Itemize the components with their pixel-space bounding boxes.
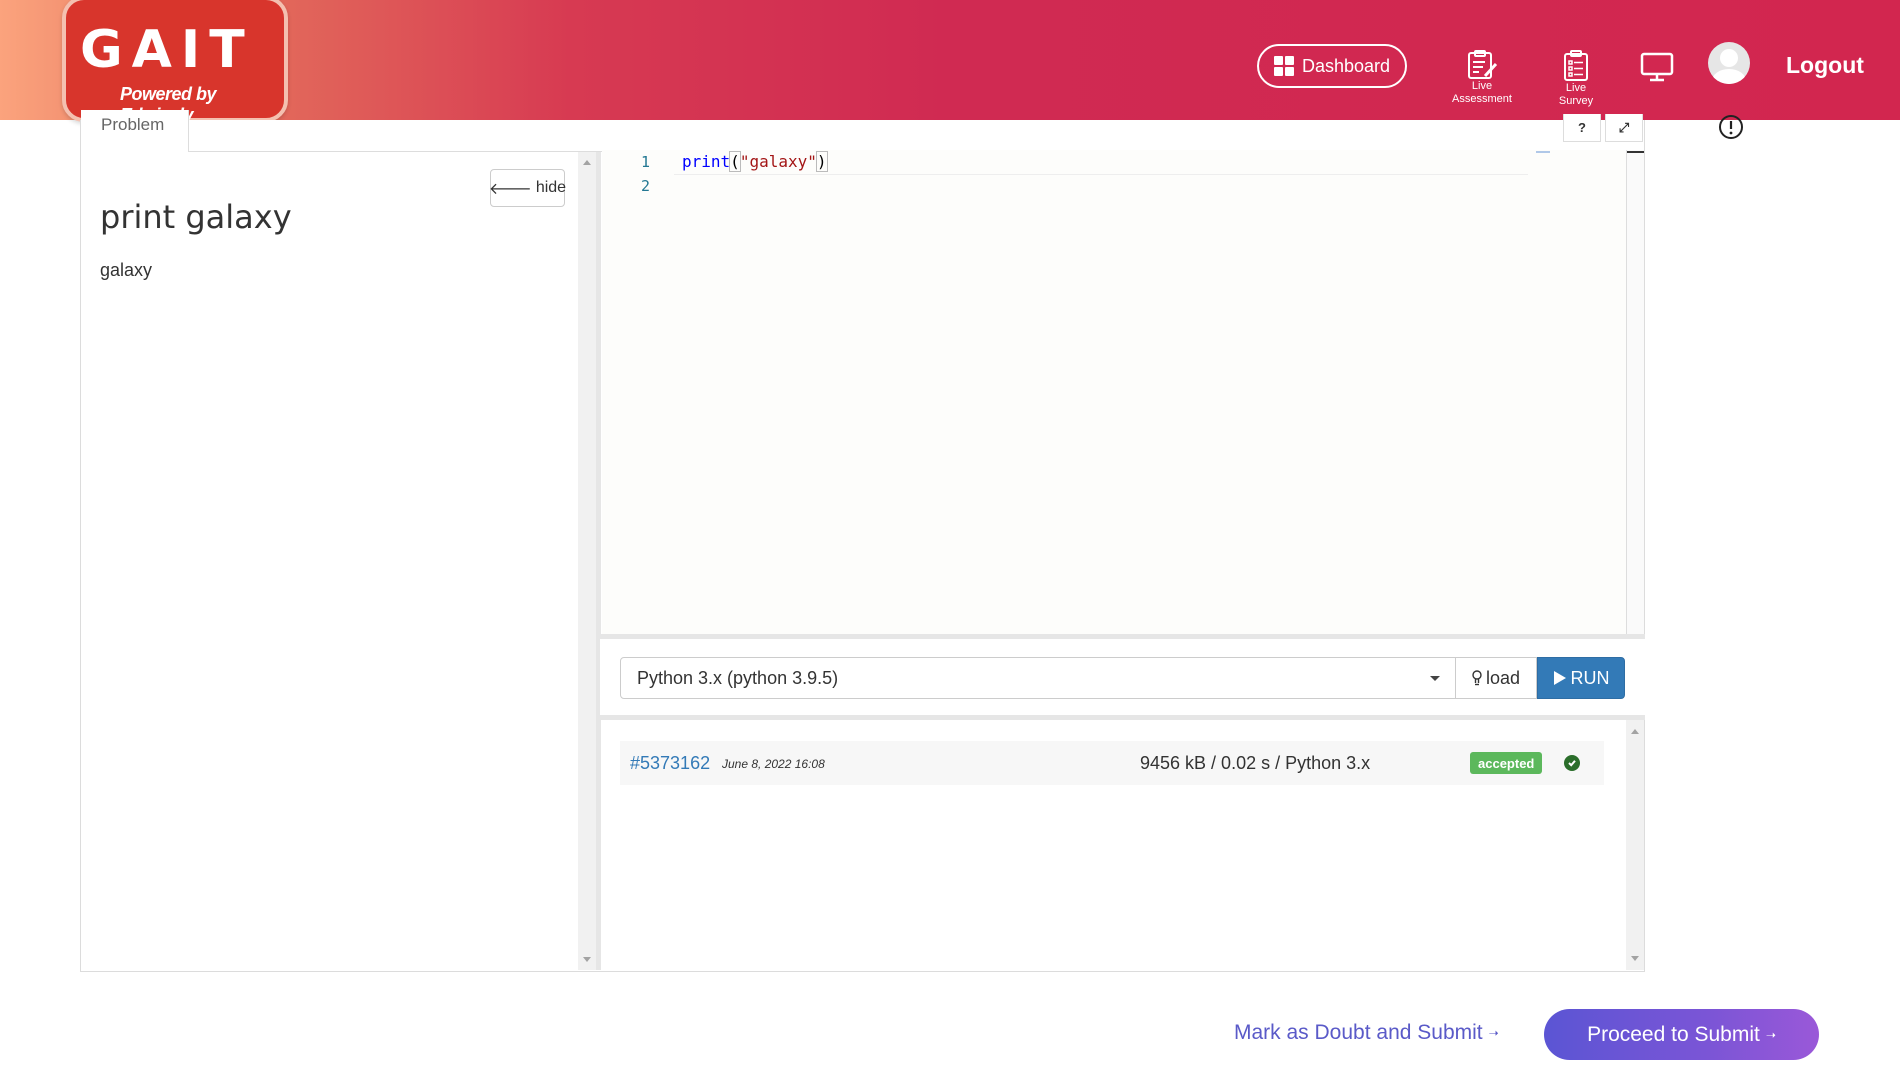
code-line-1: print("galaxy") bbox=[682, 150, 828, 174]
code-keyword: print bbox=[682, 152, 731, 171]
help-button[interactable]: ? bbox=[1563, 114, 1601, 142]
info-icon[interactable] bbox=[1718, 114, 1744, 140]
live-survey-nav[interactable]: Live Survey bbox=[1546, 50, 1606, 108]
hide-label: hide bbox=[535, 179, 567, 196]
monitor-icon[interactable] bbox=[1640, 52, 1674, 82]
top-header: GAIT Powered by Edwisely Dashboard Live … bbox=[0, 0, 1900, 125]
problem-title: print galaxy bbox=[100, 198, 292, 236]
scroll-up-icon[interactable] bbox=[1631, 729, 1639, 734]
problem-pane bbox=[82, 152, 577, 970]
editor-scrollbar[interactable] bbox=[1626, 150, 1644, 634]
load-label: load bbox=[1485, 667, 1521, 688]
tab-problem[interactable]: Problem bbox=[81, 110, 189, 152]
gait-logo[interactable]: GAIT Powered by Edwisely bbox=[62, 0, 288, 125]
live-survey-label-2: Survey bbox=[1558, 95, 1594, 107]
overview-ruler-mark bbox=[1536, 151, 1550, 153]
submission-stats: 9456 kB / 0.02 s / Python 3.x bbox=[1140, 752, 1371, 773]
status-badge: accepted bbox=[1470, 752, 1543, 774]
code-string: "galaxy" bbox=[739, 152, 817, 171]
chevron-down-icon[interactable] bbox=[1430, 676, 1440, 681]
lightbulb-icon bbox=[1472, 670, 1482, 686]
scroll-down-icon[interactable] bbox=[1631, 956, 1639, 961]
assessment-clipboard-icon bbox=[1468, 50, 1498, 79]
run-label: RUN bbox=[1570, 667, 1610, 688]
logo-wordmark: GAIT bbox=[80, 20, 254, 80]
editor-scroll-indicator bbox=[1627, 151, 1644, 153]
line-number-gutter: 1 2 bbox=[602, 150, 662, 198]
scroll-down-icon[interactable] bbox=[583, 957, 591, 962]
mark-doubt-submit-link[interactable]: Mark as Doubt and Submit ➝ bbox=[1234, 1021, 1499, 1045]
proceed-to-submit-button[interactable]: Proceed to Submit ➝ bbox=[1544, 1009, 1819, 1060]
pane-splitter[interactable] bbox=[596, 152, 601, 970]
logout-button[interactable]: Logout bbox=[1786, 52, 1864, 79]
arrow-left-icon: 🡐 bbox=[488, 180, 532, 198]
dashboard-button[interactable]: Dashboard bbox=[1257, 44, 1407, 88]
submission-date: June 8, 2022 16:08 bbox=[722, 757, 825, 771]
submission-row[interactable]: #5373162 June 8, 2022 16:08 9456 kB / 0.… bbox=[620, 741, 1604, 785]
live-assessment-label-2: Assessment bbox=[1452, 93, 1512, 105]
live-survey-label-1: Live bbox=[1565, 82, 1587, 94]
fullscreen-button[interactable]: ⤢ bbox=[1605, 114, 1643, 142]
problem-description: galaxy bbox=[100, 260, 153, 280]
code-content[interactable]: print("galaxy") bbox=[682, 150, 828, 198]
code-paren-open: ( bbox=[729, 151, 741, 172]
code-editor[interactable] bbox=[602, 150, 1626, 634]
results-scrollbar[interactable] bbox=[1626, 720, 1644, 970]
play-icon bbox=[1553, 671, 1566, 685]
survey-clipboard-icon bbox=[1564, 50, 1588, 81]
live-assessment-label-1: Live bbox=[1471, 80, 1493, 92]
check-circle-icon bbox=[1564, 755, 1580, 771]
hide-problem-button[interactable]: 🡐 hide bbox=[488, 169, 567, 207]
code-paren-close: ) bbox=[815, 151, 828, 172]
load-button[interactable]: load bbox=[1456, 657, 1537, 699]
submission-id-link[interactable]: #5373162 bbox=[630, 753, 710, 774]
line-number: 1 bbox=[640, 153, 650, 171]
doubt-label: Mark as Doubt and Submit bbox=[1234, 1021, 1483, 1044]
dashboard-grid-icon bbox=[1273, 56, 1294, 76]
language-select[interactable]: Python 3.x (python 3.9.5) bbox=[620, 657, 1456, 699]
run-button[interactable]: RUN bbox=[1537, 657, 1625, 699]
proceed-label: Proceed to Submit bbox=[1587, 1022, 1760, 1046]
arrow-right-icon: ➝ bbox=[1765, 1027, 1776, 1042]
problem-scrollbar[interactable] bbox=[578, 152, 596, 970]
scroll-up-icon[interactable] bbox=[583, 160, 591, 165]
live-assessment-nav[interactable]: Live Assessment bbox=[1440, 50, 1524, 106]
dashboard-label: Dashboard bbox=[1301, 55, 1391, 76]
arrow-right-icon: ➝ bbox=[1488, 1026, 1499, 1040]
line-number: 2 bbox=[640, 177, 650, 195]
user-avatar[interactable] bbox=[1708, 42, 1750, 84]
